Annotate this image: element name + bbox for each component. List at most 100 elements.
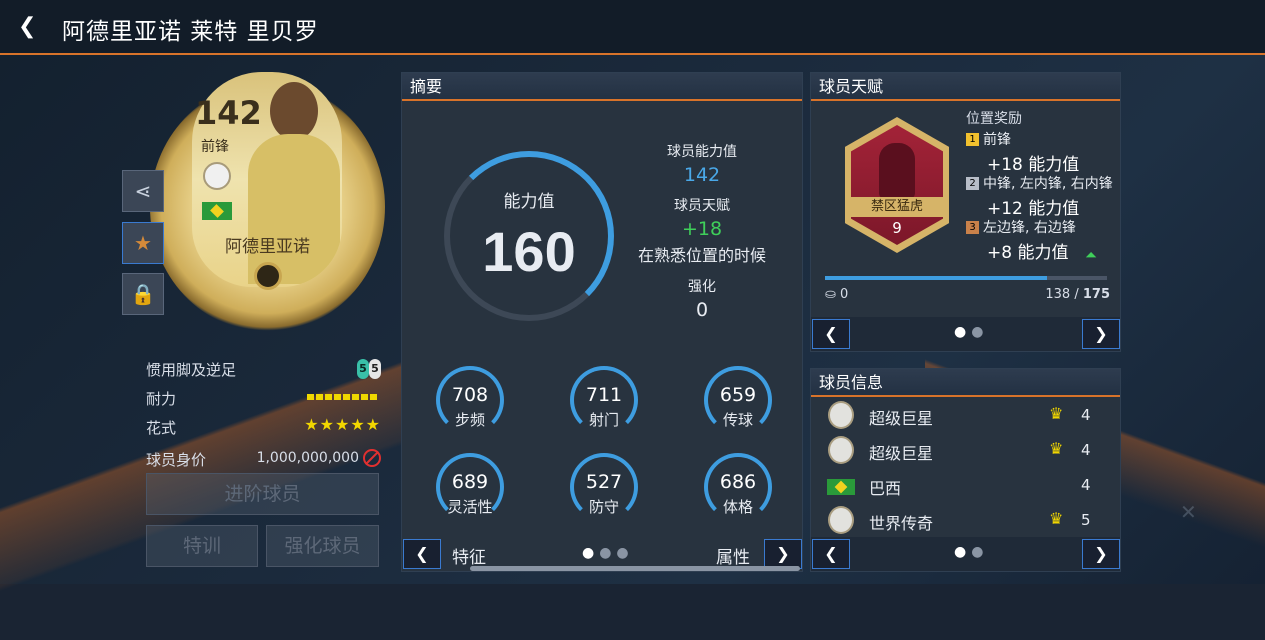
trophy-icon: ♛ — [1049, 404, 1064, 423]
info-count: 5 — [1081, 511, 1091, 529]
talent-value: +18 — [681, 218, 723, 240]
player-rating-block: 球员能力值 142 — [602, 141, 802, 186]
info-row[interactable]: 巴西 4 — [811, 469, 1122, 503]
talent-prev-button[interactable]: ❮ — [812, 319, 850, 349]
summary-next-button[interactable]: ❯ — [764, 539, 802, 569]
share-button[interactable]: ⋖ — [122, 170, 164, 212]
stat-defending: 527 防守 — [562, 453, 642, 521]
tier-badge: 3 — [966, 221, 979, 234]
summary-header: 摘要 — [402, 73, 802, 101]
stat-value: 686 — [719, 471, 757, 493]
rating-label: 球员能力值 — [667, 144, 737, 160]
row-label: 花式 — [146, 419, 177, 437]
enhance-player-button[interactable]: 强化球员 — [266, 525, 379, 567]
stat-label: 灵活性 — [447, 498, 493, 516]
card-position: 前锋 — [201, 139, 229, 155]
bonus-tier-1: 1 前锋 +18 能力值 — [966, 129, 1126, 175]
talent-level: 9 — [892, 219, 902, 237]
attributes-tab[interactable]: 属性 — [716, 543, 750, 568]
row-label: 耐力 — [146, 390, 177, 408]
stat-value: 689 — [451, 471, 489, 493]
info-prev-button[interactable]: ❮ — [812, 539, 850, 569]
stat-value: 527 — [585, 471, 623, 493]
player-talent-panel: 球员天赋 禁区猛虎 9 位置奖励 1 前锋 +18 能力值 2 中锋, 左内锋, 右内… — [810, 72, 1121, 352]
skill-moves-row: 花式 ★★★★★ — [146, 415, 381, 438]
chevron-right-icon: ❯ — [1094, 544, 1108, 563]
stat-agility: 689 灵活性 — [428, 453, 508, 521]
info-row[interactable]: 超级巨星 ♛ 4 — [811, 399, 1122, 433]
stamina-bar — [307, 394, 379, 400]
icon-badge-icon — [828, 436, 854, 464]
horizontal-scrollbar[interactable] — [470, 566, 800, 571]
favorite-button[interactable]: ★ — [122, 222, 164, 264]
not-tradable-icon — [363, 449, 381, 467]
talent-label: 球员天赋 — [674, 198, 730, 214]
decor-cross: ✕ — [1180, 500, 1197, 524]
left-foot-badge: 5 — [357, 359, 369, 379]
rating-value: 142 — [683, 164, 721, 186]
row-label: 惯用脚及逆足 — [146, 361, 237, 379]
info-next-button[interactable]: ❯ — [1082, 539, 1120, 569]
overall-ring: 能力值 160 — [444, 151, 614, 321]
star-icon: ★ — [134, 231, 152, 255]
info-row[interactable]: 世界传奇 ♛ 5 — [811, 504, 1122, 538]
player-card: 142 前锋 阿德里亚诺 — [150, 72, 385, 332]
card-rating: 142 — [195, 94, 262, 132]
stat-pace: 708 步频 — [428, 366, 508, 434]
stat-physical: 686 体格 — [696, 453, 776, 521]
market-value-text: 1,000,000,000 — [256, 450, 359, 466]
skill-stars: ★★★★★ — [304, 415, 381, 434]
stat-shooting: 711 射门 — [562, 366, 642, 434]
info-row[interactable]: 超级巨星 ♛ 4 — [811, 434, 1122, 468]
stat-passing: 659 传球 — [696, 366, 776, 434]
traits-tab[interactable]: 特征 — [452, 543, 486, 568]
stat-label: 体格 — [722, 498, 753, 516]
summary-prev-button[interactable]: ❮ — [403, 539, 441, 569]
talent-page-dots: ●● — [954, 324, 989, 340]
stat-value: 711 — [585, 384, 623, 406]
talent-next-button[interactable]: ❯ — [1082, 319, 1120, 349]
enhance-value: 0 — [695, 299, 709, 321]
bonus-value: +18 能力值 — [987, 155, 1080, 175]
talent-note: 在熟悉位置的时候 — [637, 246, 766, 265]
enhance-label: 强化 — [688, 279, 716, 295]
talent-progress-info: ⛀ 0 138 / 175 — [825, 287, 1110, 302]
bonus-value: +12 能力值 — [987, 199, 1080, 219]
lock-button[interactable]: 🔒 — [122, 273, 164, 315]
enhance-block: 强化 0 — [602, 276, 802, 321]
info-header: 球员信息 — [811, 369, 1120, 397]
level-up-icon: ⏶ — [1085, 246, 1098, 264]
chevron-left-icon: ❮ — [824, 324, 838, 343]
player-head — [270, 82, 318, 140]
info-footer: ❮ ●● ❯ — [811, 537, 1120, 571]
bonus-tier-2: 2 中锋, 左内锋, 右内锋 +12 能力值 — [966, 173, 1126, 219]
icon-badge-icon — [203, 162, 231, 190]
page-title: 阿德里亚诺 莱特 里贝罗 — [62, 19, 319, 45]
lock-icon: 🔒 — [130, 282, 156, 306]
talent-progress-bar — [825, 276, 1107, 280]
talent-name: 禁区猛虎 — [845, 197, 949, 217]
chevron-left-icon: ❮ — [824, 544, 838, 563]
back-icon[interactable]: ❮ — [18, 12, 46, 42]
right-foot-badge: 5 — [369, 359, 381, 379]
bonus-positions: 中锋, 左内锋, 右内锋 — [983, 176, 1113, 192]
position-bonus-title: 位置奖励 — [966, 111, 1022, 127]
item-count: 0 — [840, 287, 849, 302]
talent-progress-fill — [825, 276, 1048, 280]
progress-max: 175 — [1082, 287, 1110, 302]
striker-figure-icon — [879, 143, 915, 199]
trophy-icon: ♛ — [1049, 509, 1064, 528]
training-button[interactable]: 特训 — [146, 525, 258, 567]
talent-footer: ❮ ●● ❯ — [811, 317, 1120, 351]
stat-value: 659 — [719, 384, 757, 406]
row-label: 球员身价 — [146, 451, 207, 469]
summary-page-dots: ●●● — [582, 545, 634, 561]
info-label: 世界传奇 — [869, 514, 934, 533]
stat-value: 708 — [451, 384, 489, 406]
info-count: 4 — [1081, 406, 1091, 424]
tier-badge: 2 — [966, 177, 979, 190]
bonus-positions: 左边锋, 右边锋 — [983, 220, 1076, 236]
upgrade-player-button[interactable]: 进阶球员 — [146, 473, 379, 515]
stat-label: 传球 — [722, 411, 753, 429]
share-icon: ⋖ — [134, 179, 152, 203]
